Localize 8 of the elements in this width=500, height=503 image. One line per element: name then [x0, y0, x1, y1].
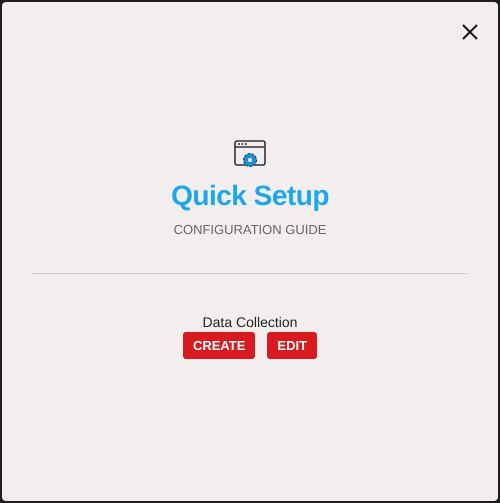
dialog-subtitle: CONFIGURATION GUIDE	[174, 222, 326, 237]
action-button[interactable]: CREATE	[182, 332, 256, 359]
dialog-title: Quick Setup	[171, 180, 329, 212]
close-icon	[462, 24, 478, 40]
close-button[interactable]	[460, 22, 480, 42]
action-button[interactable]: EDIT	[267, 332, 318, 359]
section-label: Data Collection	[202, 314, 298, 330]
window-gear-icon	[234, 140, 266, 170]
